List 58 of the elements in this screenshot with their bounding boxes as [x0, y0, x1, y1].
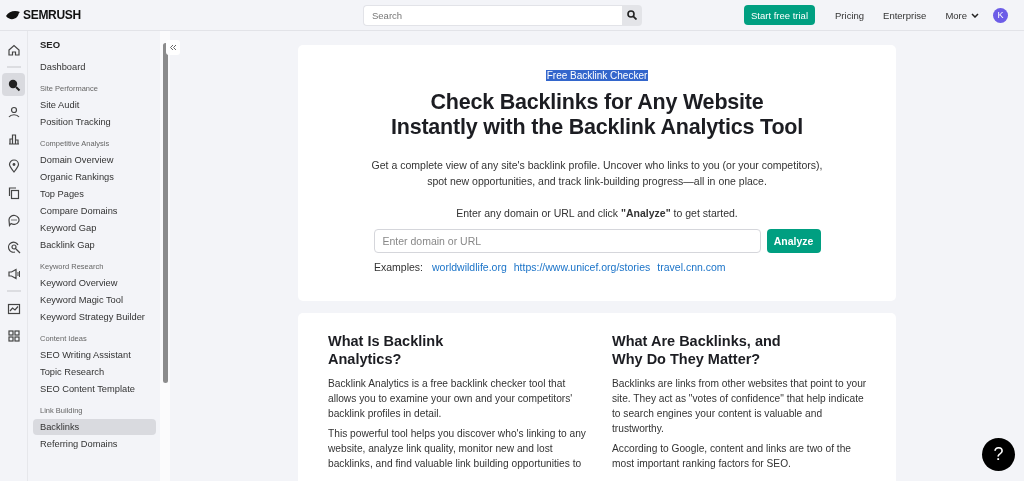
search-button[interactable] [622, 4, 642, 26]
section-heading: What Is Backlink Analytics? [328, 333, 445, 368]
sidebar-item[interactable]: Backlink Gap [33, 237, 160, 253]
domain-input-field[interactable]: Enter domain or URL [373, 229, 761, 253]
paragraph: According to Google, content and links are two of the most important ranking factors for SEO. [612, 442, 852, 471]
person-icon [6, 104, 21, 119]
nav-link[interactable]: Pricing [835, 9, 865, 21]
sidebar-item[interactable]: Dashboard [33, 59, 160, 75]
example-link[interactable]: worldwildlife.org [432, 261, 507, 273]
home-icon [6, 42, 21, 57]
bar-chart-icon [6, 131, 21, 146]
eyebrow-text: Free Backlink Checker [545, 70, 649, 81]
search-icon [627, 10, 637, 20]
example-link[interactable]: travel.cnn.com [657, 261, 726, 273]
sidebar-item[interactable]: Domain Overview [33, 152, 160, 168]
target-icon [6, 239, 21, 254]
sidebar-item[interactable]: Keyword Gap [33, 220, 160, 236]
sidebar-item[interactable]: Compare Domains [33, 203, 160, 219]
help-button[interactable]: ? [982, 438, 1015, 471]
sidebar-item[interactable]: Keyword Overview [33, 275, 160, 291]
description-text: Get a complete view of any site's backlink profile. Uncover who links to you (or your competitors), spot new opportunities, and track link-building progress—all in one place. [370, 158, 824, 189]
magnifier-icon [6, 77, 21, 92]
paragraph: Backlinks are links from other websites that point to your site. They act as "votes of confidence" that help indicate to search engines your content is valuable and trustworthy. [612, 377, 868, 436]
sidebar-item[interactable]: Organic Rankings [33, 169, 160, 185]
sidebar-item[interactable]: Topic Research [33, 364, 160, 380]
avatar[interactable]: K [993, 7, 1009, 23]
page-heading: Check Backlinks for Any Website Instantly with the Backlink Analytics Tool [390, 90, 804, 140]
section-heading: What Are Backlinks, and Why Do They Matter? [612, 333, 782, 368]
megaphone-icon [6, 266, 21, 281]
sidebar-title: SEO [39, 39, 62, 50]
paragraph: This powerful tool helps you discover who's linking to any website, analyze link quality, monitor new and lost backlinks, and find valuable link building opportunities to [328, 427, 587, 471]
prompt-text: Enter any domain or URL and click "Analyze" to get started. [456, 207, 738, 219]
nav-magnifier-button[interactable] [2, 73, 25, 96]
example-link[interactable]: https://www.unicef.org/stories [513, 261, 651, 273]
double-chevron-left-icon [169, 44, 177, 51]
collapse-button[interactable] [166, 40, 180, 55]
location-pin-icon [6, 158, 21, 173]
sidebar-item[interactable]: Referring Domains [33, 436, 160, 452]
chat-bubble-icon [6, 212, 21, 227]
copy-icon [6, 185, 21, 200]
grid-icon [6, 328, 21, 343]
sidebar-item[interactable]: Position Tracking [33, 114, 160, 130]
nav-link[interactable]: Enterprise [883, 9, 927, 21]
nav-dropdown[interactable]: More [945, 9, 980, 21]
sidebar-item[interactable]: Keyword Strategy Builder [33, 309, 160, 325]
sidebar-item[interactable]: Site Audit [33, 97, 160, 113]
chevron-down-icon [971, 12, 980, 18]
paragraph: Backlink Analytics is a free backlink checker tool that allows you to examine your own and your competitors' backlink profiles in detail. [328, 377, 574, 421]
line-chart-icon [6, 301, 21, 316]
sidebar-item[interactable]: Keyword Magic Tool [33, 292, 160, 308]
examples-label: Examples: [374, 261, 424, 273]
scrollbar[interactable] [160, 31, 170, 481]
search-field[interactable]: Search [363, 4, 622, 26]
sidebar-item[interactable]: SEO Writing Assistant [33, 347, 160, 363]
logo-text[interactable]: SEMRUSH [23, 8, 81, 22]
sidebar-item[interactable]: Top Pages [33, 186, 160, 202]
sidebar-item[interactable]: Backlinks [33, 419, 156, 435]
sidebar-item[interactable]: SEO Content Template [33, 381, 160, 397]
